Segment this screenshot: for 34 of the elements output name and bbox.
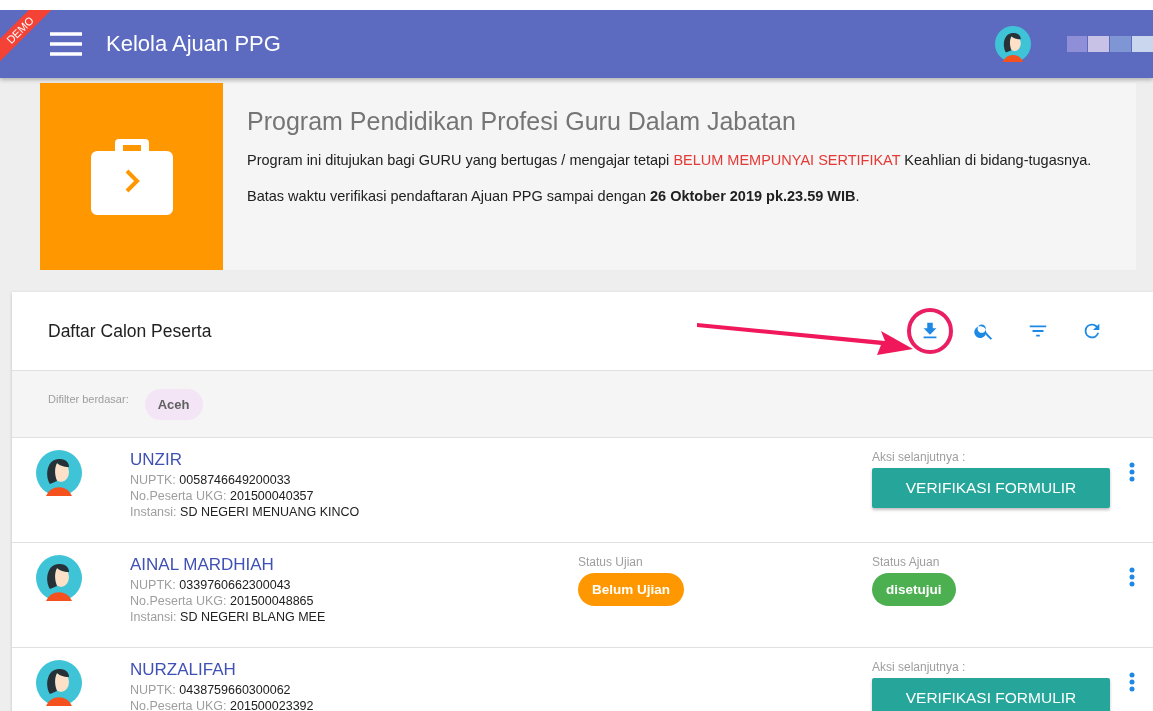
ukg-number-text: No.Peserta UKG: 201500040357 <box>130 488 315 504</box>
nuptk-text: NUPTK: 0438759660300062 <box>130 682 292 698</box>
list-title: Daftar Calon Peserta <box>48 320 212 342</box>
banner-deadline: Batas waktu verifikasi pendaftaran Ajuan PPG sampai dengan 26 Oktober 2019 pk.23.59 WIB. <box>247 187 861 206</box>
banner-description: Program ini ditujukan bagi GURU yang bertugas / mengajar tetapi BELUM MEMPUNYAI SERTIFIKAT Keahlian di bidang-tugasnya. <box>247 151 1093 170</box>
status-pill: Belum Ujian <box>578 573 684 606</box>
filter-label: Difilter berdasar: <box>48 393 129 405</box>
more-vertical-icon <box>1129 671 1135 692</box>
download-button[interactable] <box>907 308 953 354</box>
participant-name[interactable]: NURZALIFAH <box>130 660 578 680</box>
ukg-number-text: No.Peserta UKG: 201500048865 <box>130 593 315 609</box>
next-action-label: Aksi selanjutnya : <box>872 660 966 674</box>
avatar-icon <box>36 555 82 601</box>
avatar-icon <box>36 450 82 496</box>
institution-text: Instansi: SD NEGERI BLANG MEE <box>130 609 327 625</box>
avatar-icon[interactable] <box>995 26 1031 62</box>
institution-text: Instansi: SD NEGERI MENUANG KINCO <box>130 504 361 520</box>
menu-icon[interactable] <box>50 32 82 56</box>
participant-name[interactable]: AINAL MARDHIAH <box>130 555 578 575</box>
more-vertical-icon <box>1129 566 1135 587</box>
participant-name[interactable]: UNZIR <box>130 450 578 470</box>
more-vertical-icon <box>1129 461 1135 482</box>
banner-title: Program Pendidikan Profesi Guru Dalam Jabatan <box>247 107 797 136</box>
nuptk-text: NUPTK: 0339760662300043 <box>130 577 292 593</box>
filter-chip[interactable]: Aceh <box>144 388 203 420</box>
nuptk-text: NUPTK: 0058746649200033 <box>130 472 292 488</box>
avatar-icon <box>36 660 82 706</box>
status-pill: disetujui <box>872 573 956 606</box>
next-action-label: Aksi selanjutnya : <box>872 450 966 464</box>
status-label: Status Ajuan <box>872 555 940 569</box>
app-title: Kelola Ajuan PPG <box>106 31 282 57</box>
briefcase-icon <box>90 138 173 215</box>
status-label: Status Ujian <box>578 555 643 569</box>
ukg-number-text: No.Peserta UKG: 201500023392 <box>130 698 315 711</box>
